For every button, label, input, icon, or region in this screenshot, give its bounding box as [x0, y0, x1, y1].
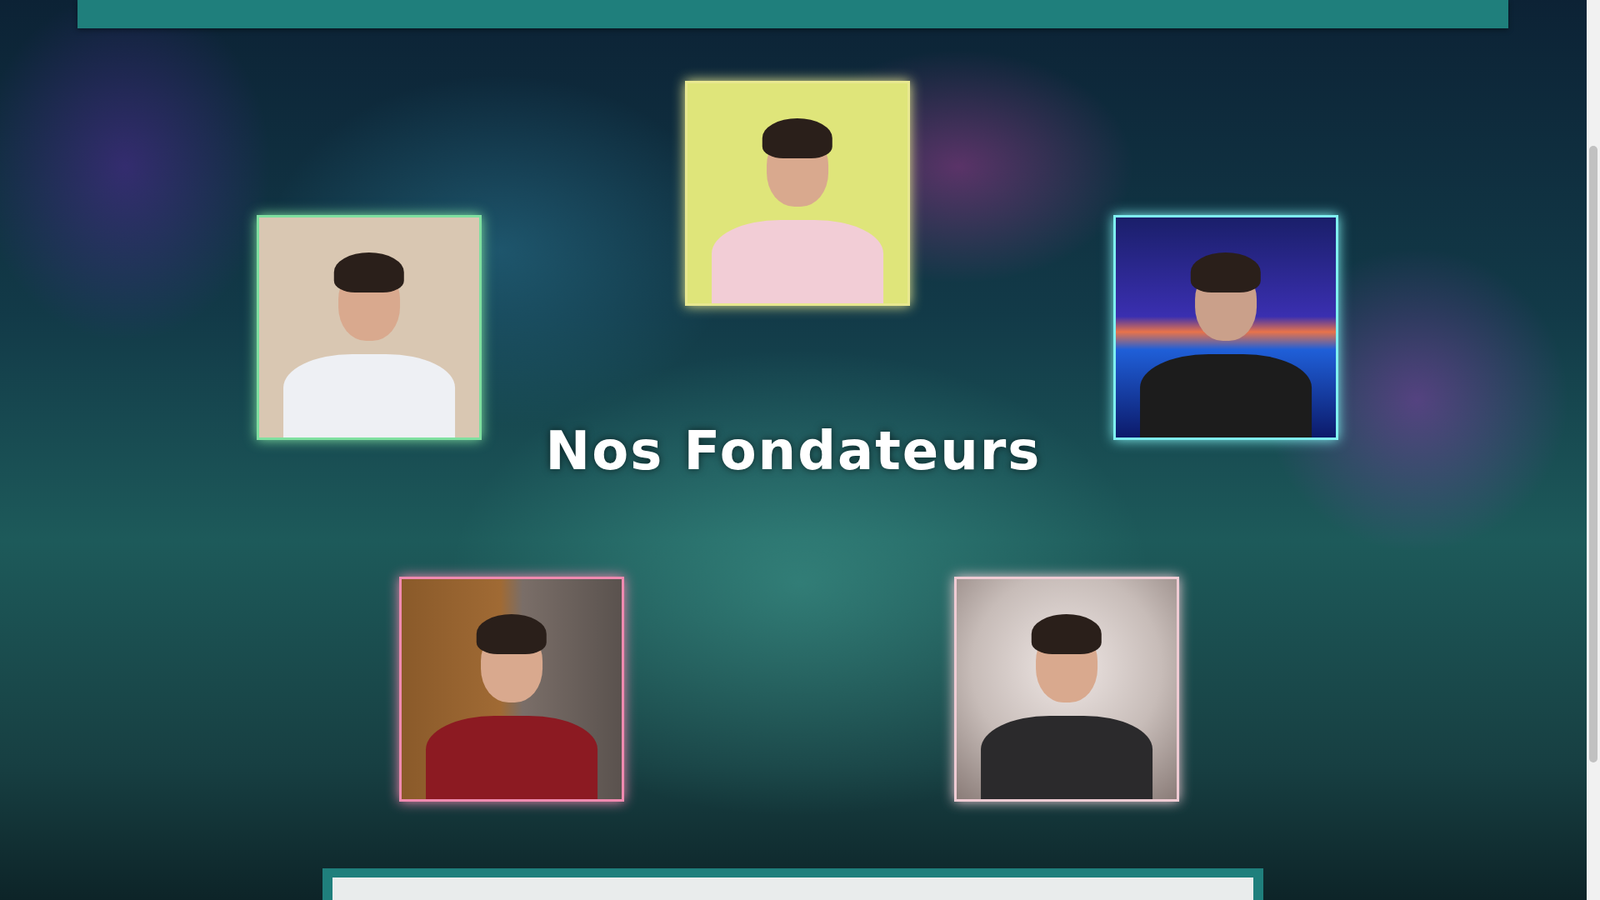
photo: [687, 83, 908, 304]
scrollbar[interactable]: [1586, 0, 1600, 900]
founder-photo: [1113, 215, 1339, 440]
photo: [259, 217, 480, 438]
person-hair: [762, 118, 833, 159]
founder-photo: [399, 576, 625, 802]
person-body: [1140, 354, 1312, 438]
person-hair: [1190, 252, 1261, 293]
description-panel: [322, 868, 1264, 900]
description-card: [332, 877, 1254, 900]
person-body: [711, 220, 884, 304]
person-hair: [476, 614, 547, 655]
person-hair: [334, 252, 405, 293]
photo: [401, 579, 622, 800]
photo: [1115, 217, 1336, 438]
founder-photo: [954, 576, 1180, 802]
person-body: [425, 715, 598, 800]
person-body: [980, 715, 1153, 800]
page: Nos Fondateurs: [0, 0, 1587, 900]
person-hair: [1031, 614, 1102, 655]
photo: [956, 579, 1177, 800]
scrollbar-thumb[interactable]: [1589, 145, 1598, 763]
header: [0, 0, 1587, 29]
header-bar: [77, 0, 1509, 29]
founder-photo: [256, 215, 482, 440]
founder-photo: [685, 80, 910, 306]
section-title: Nos Fondateurs: [0, 420, 1587, 482]
person-body: [283, 354, 455, 438]
founders-section: Nos Fondateurs: [0, 28, 1587, 900]
